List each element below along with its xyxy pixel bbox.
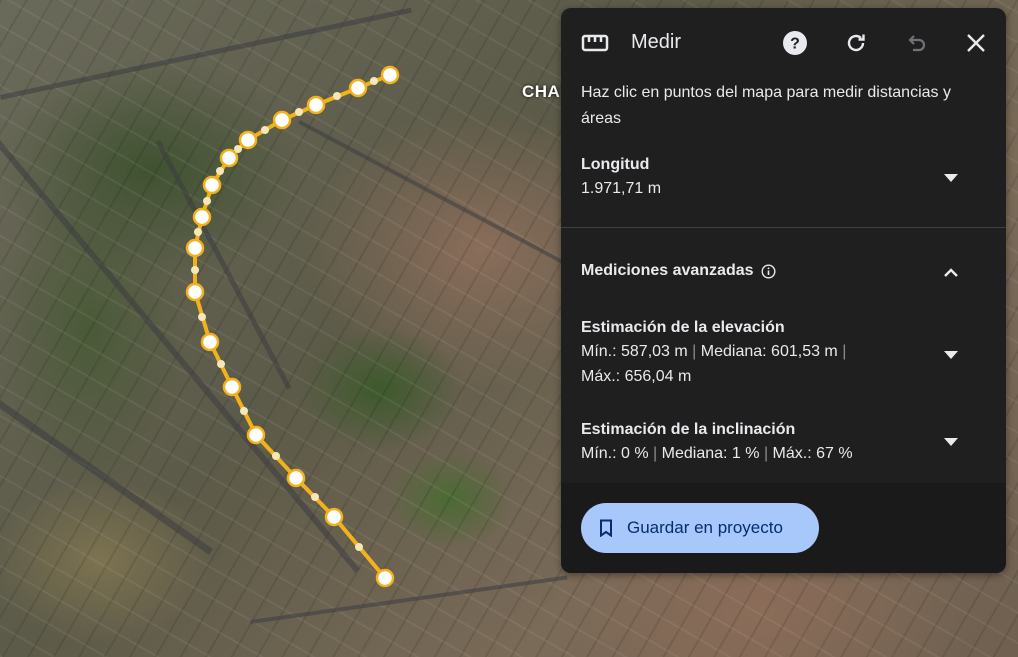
elevation-max: Máx.: 656,04 m — [581, 368, 692, 385]
route-vertex[interactable] — [185, 282, 205, 302]
route-midpoint[interactable] — [272, 452, 280, 460]
separator: | — [692, 343, 701, 360]
route-midpoint[interactable] — [216, 167, 224, 175]
route-midpoint[interactable] — [355, 543, 363, 551]
length-expand-button[interactable] — [939, 166, 963, 190]
save-to-project-button[interactable]: Guardar en proyecto — [581, 503, 819, 553]
route-vertex[interactable] — [238, 130, 258, 150]
separator: | — [763, 445, 773, 462]
ruler-icon — [581, 34, 609, 52]
route-vertex[interactable] — [222, 377, 242, 397]
route-vertices — [185, 65, 400, 588]
separator: | — [842, 343, 847, 360]
elevation-min: Mín.: 587,03 m — [581, 343, 688, 360]
route-vertex[interactable] — [192, 207, 212, 227]
undo-button[interactable] — [901, 28, 931, 58]
undo-icon — [908, 35, 926, 52]
route-vertex[interactable] — [185, 238, 205, 258]
route-midpoint[interactable] — [240, 407, 248, 415]
route-midpoint[interactable] — [194, 228, 202, 236]
svg-text:?: ? — [790, 36, 800, 53]
elevation-expand-button[interactable] — [939, 343, 963, 367]
advanced-collapse-button[interactable] — [939, 260, 963, 284]
route-midpoint[interactable] — [198, 313, 206, 321]
caret-down-icon — [944, 351, 958, 359]
chevron-up-icon — [944, 268, 958, 277]
help-button[interactable]: ? — [780, 28, 810, 58]
elevation-section: Estimación de la elevación Mín.: 587,03 … — [581, 319, 911, 389]
route-vertex[interactable] — [348, 78, 368, 98]
info-icon[interactable] — [761, 263, 776, 279]
close-icon — [967, 34, 985, 52]
help-icon: ? — [783, 31, 807, 55]
route-vertex[interactable] — [246, 425, 266, 445]
route-vertex[interactable] — [272, 110, 292, 130]
slope-section: Estimación de la inclinación Mín.: 0 % |… — [581, 421, 921, 466]
route-midpoint[interactable] — [333, 92, 341, 100]
bookmark-icon — [600, 519, 612, 537]
route-vertex[interactable] — [306, 95, 326, 115]
route-vertex[interactable] — [200, 332, 220, 352]
route-vertex[interactable] — [202, 175, 222, 195]
refresh-icon — [847, 34, 865, 52]
elevation-median: Mediana: 601,53 m — [700, 343, 838, 360]
length-section: Longitud 1.971,71 m — [581, 156, 661, 201]
elevation-label: Estimación de la elevación — [581, 319, 785, 336]
advanced-section-header[interactable]: Mediciones avanzadas — [581, 262, 776, 280]
slope-expand-button[interactable] — [939, 430, 963, 454]
divider — [561, 227, 1006, 228]
slope-values: Mín.: 0 % | Mediana: 1 % | Máx.: 67 % — [581, 441, 921, 466]
save-button-label: Guardar en proyecto — [627, 518, 783, 537]
length-label: Longitud — [581, 156, 650, 173]
route-midpoint[interactable] — [295, 108, 303, 116]
route-vertex[interactable] — [375, 568, 395, 588]
length-value: 1.971,71 m — [581, 180, 662, 197]
route-vertex[interactable] — [219, 148, 239, 168]
elevation-values: Mín.: 587,03 m | Mediana: 601,53 m | Máx… — [581, 339, 911, 389]
route-vertex[interactable] — [324, 507, 344, 527]
caret-down-icon — [944, 438, 958, 446]
route-vertex[interactable] — [380, 65, 400, 85]
slope-max: Máx.: 67 % — [772, 445, 853, 462]
route-midpoint[interactable] — [370, 77, 378, 85]
route-vertex[interactable] — [286, 468, 306, 488]
reset-button[interactable] — [841, 28, 871, 58]
route-midpoints — [191, 77, 378, 551]
close-button[interactable] — [961, 28, 991, 58]
advanced-label: Mediciones avanzadas — [581, 262, 754, 279]
instructions-text: Haz clic en puntos del mapa para medir d… — [581, 84, 951, 127]
route-midpoint[interactable] — [203, 197, 211, 205]
panel-header: Medir ? — [561, 8, 1006, 78]
caret-down-icon — [944, 174, 958, 182]
slope-median: Mediana: 1 % — [661, 445, 760, 462]
separator: | — [653, 445, 662, 462]
slope-label: Estimación de la inclinación — [581, 421, 796, 438]
route-midpoint[interactable] — [311, 493, 319, 501]
panel-footer: Guardar en proyecto — [561, 483, 1006, 573]
route-midpoint[interactable] — [217, 360, 225, 368]
route-midpoint[interactable] — [261, 126, 269, 134]
panel-title: Medir — [631, 31, 682, 53]
measure-panel: Medir ? Haz clic en puntos del mapa para… — [561, 8, 1006, 573]
route-midpoint[interactable] — [191, 266, 199, 274]
slope-min: Mín.: 0 % — [581, 445, 649, 462]
